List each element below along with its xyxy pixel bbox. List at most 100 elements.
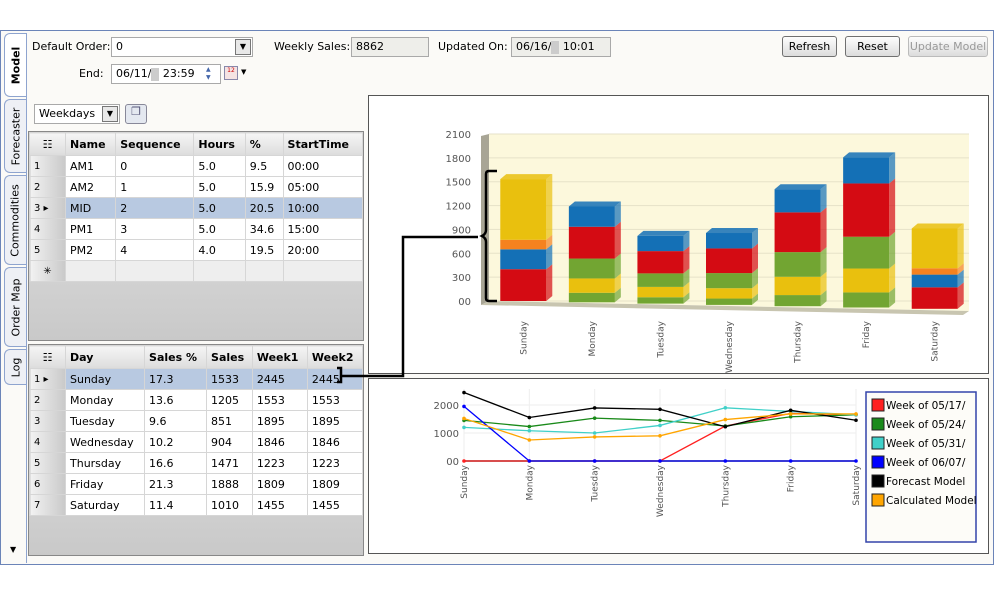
table-row[interactable]: 7 Saturday 11.4 1010 1455 1455 <box>29 494 364 516</box>
table-cell: 10.2 <box>144 431 208 453</box>
day-filter-value: Weekdays <box>39 107 96 120</box>
table-cell: 00:00 <box>282 155 364 177</box>
bar-top <box>911 223 964 229</box>
table-row[interactable]: 3 Tuesday 9.6 851 1895 1895 <box>29 410 364 432</box>
column-header[interactable]: Hours <box>193 132 246 156</box>
bar-segment <box>637 297 684 304</box>
data-point <box>527 415 532 420</box>
table-cell: 2 <box>115 197 195 219</box>
bar-segment <box>637 251 684 274</box>
end-label: End: <box>79 67 104 80</box>
new-row[interactable]: ✳ <box>29 260 364 282</box>
bar-segment-side <box>614 221 621 259</box>
update-model-button[interactable]: Update Model <box>908 36 988 57</box>
bar-segment <box>843 183 890 237</box>
scroll-down-icon[interactable]: ▼ <box>10 545 16 554</box>
bar-segment <box>774 276 821 296</box>
updated-on-label: Updated On: <box>438 40 508 53</box>
legend-swatch <box>871 455 885 469</box>
row-header: 4 <box>29 431 66 453</box>
table-cell: 1895 <box>251 410 308 432</box>
x-tick-label: Friday <box>862 320 872 348</box>
tab-log[interactable]: Log <box>4 349 26 385</box>
column-header[interactable]: % <box>244 132 284 156</box>
table-row[interactable]: 2 Monday 13.6 1205 1553 1553 <box>29 389 364 411</box>
data-point <box>658 434 662 438</box>
table-row[interactable]: 5 Thursday 16.6 1471 1223 1223 <box>29 452 364 474</box>
redacted <box>151 67 160 81</box>
refresh-button[interactable]: Refresh <box>782 36 837 57</box>
bar-segment <box>637 286 684 298</box>
table-row[interactable]: 1 AM1 0 5.0 9.5 00:00 <box>29 155 364 177</box>
data-point <box>462 404 466 409</box>
column-header[interactable]: Day <box>64 345 146 369</box>
table-row[interactable]: 2 AM2 1 5.0 15.9 05:00 <box>29 176 364 198</box>
column-header[interactable]: StartTime <box>282 132 364 156</box>
tab-commodities[interactable]: Commodities <box>4 175 26 265</box>
row-header: 4 <box>29 218 66 240</box>
copy-icon[interactable]: ❐ <box>125 104 147 124</box>
line-chart-panel: 00 1000 2000 Sunday Monday Tuesday Wednesday Th… <box>368 378 989 554</box>
table-cell: 1533 <box>206 368 253 390</box>
redacted <box>551 40 560 54</box>
row-header: 1 <box>29 155 66 177</box>
tab-order-map[interactable]: Order Map <box>4 267 26 347</box>
table-cell: 15:00 <box>282 218 364 240</box>
tab-forecaster[interactable]: Forecaster <box>4 99 26 173</box>
data-point <box>462 425 466 430</box>
table-row[interactable]: 4 Wednesday 10.2 904 1846 1846 <box>29 431 364 453</box>
bar-segment <box>568 258 615 279</box>
bar-top <box>774 184 827 190</box>
days-grid: ☷ Day Sales % Sales Week1 Week2 1 ▸ Sunday 17.3 1… <box>28 344 364 556</box>
table-row[interactable]: 5 PM2 4 4.0 19.5 20:00 <box>29 239 364 261</box>
table-row[interactable]: 1 ▸ Sunday 17.3 1533 2445 2445 <box>29 368 364 390</box>
column-header[interactable]: Name <box>64 132 117 156</box>
table-cell: 3 <box>115 218 195 240</box>
column-header[interactable]: Sales % <box>144 345 208 369</box>
bar-top <box>568 201 621 207</box>
table-row[interactable]: 4 PM1 3 5.0 34.6 15:00 <box>29 218 364 240</box>
x-tick-label: Saturday <box>852 464 862 505</box>
calendar-icon[interactable]: 12 <box>224 66 238 80</box>
table-cell: Wednesday <box>64 431 146 453</box>
table-row[interactable]: 6 Friday 21.3 1888 1809 1809 <box>29 473 364 495</box>
chevron-down-icon[interactable]: ▼ <box>241 68 246 76</box>
x-tick-label: Thursday <box>794 320 804 364</box>
bar-segment <box>843 157 890 184</box>
column-header[interactable]: Sales <box>206 345 253 369</box>
table-cell: 1471 <box>206 452 253 474</box>
column-chooser-icon[interactable]: ☷ <box>29 132 66 156</box>
column-header[interactable]: Sequence <box>115 132 195 156</box>
table-cell: 1809 <box>306 473 364 495</box>
column-header[interactable]: Week2 <box>306 345 364 369</box>
x-tick-label: Monday <box>588 320 598 356</box>
data-point <box>658 459 662 463</box>
end-datetime-input[interactable]: 06/11/ 23:59 <box>111 64 221 84</box>
data-point <box>854 412 858 416</box>
spinner-icon[interactable]: ▲ ▼ <box>206 66 218 82</box>
column-chooser-icon[interactable]: ☷ <box>29 345 66 369</box>
table-cell <box>282 260 364 282</box>
chevron-down-icon[interactable]: ▼ <box>235 39 251 55</box>
end-date: 06/11/ <box>116 67 152 80</box>
data-point <box>462 459 466 463</box>
table-cell: 1205 <box>206 389 253 411</box>
x-tick-label: Sunday <box>460 464 470 498</box>
table-cell: PM1 <box>64 218 117 240</box>
row-header: 3 <box>29 410 66 432</box>
y-tick-label: 00 <box>446 457 459 468</box>
y-tick-label: 900 <box>452 225 471 236</box>
table-cell <box>193 260 246 282</box>
column-header[interactable]: Week1 <box>251 345 308 369</box>
chevron-down-icon[interactable]: ▼ <box>102 106 118 122</box>
table-cell: AM2 <box>64 176 117 198</box>
default-order-select[interactable]: 0 ▼ <box>111 37 253 57</box>
day-filter-select[interactable]: Weekdays ▼ <box>34 104 120 124</box>
reset-button[interactable]: Reset <box>845 36 900 57</box>
row-header: 5 <box>29 239 66 261</box>
table-cell: 1223 <box>306 452 364 474</box>
updated-time: 10:01 <box>562 40 595 53</box>
tab-model[interactable]: Model <box>4 33 26 97</box>
table-row[interactable]: 3 ▸ MID 2 5.0 20.5 10:00 <box>29 197 364 219</box>
bar-segment <box>568 206 615 227</box>
